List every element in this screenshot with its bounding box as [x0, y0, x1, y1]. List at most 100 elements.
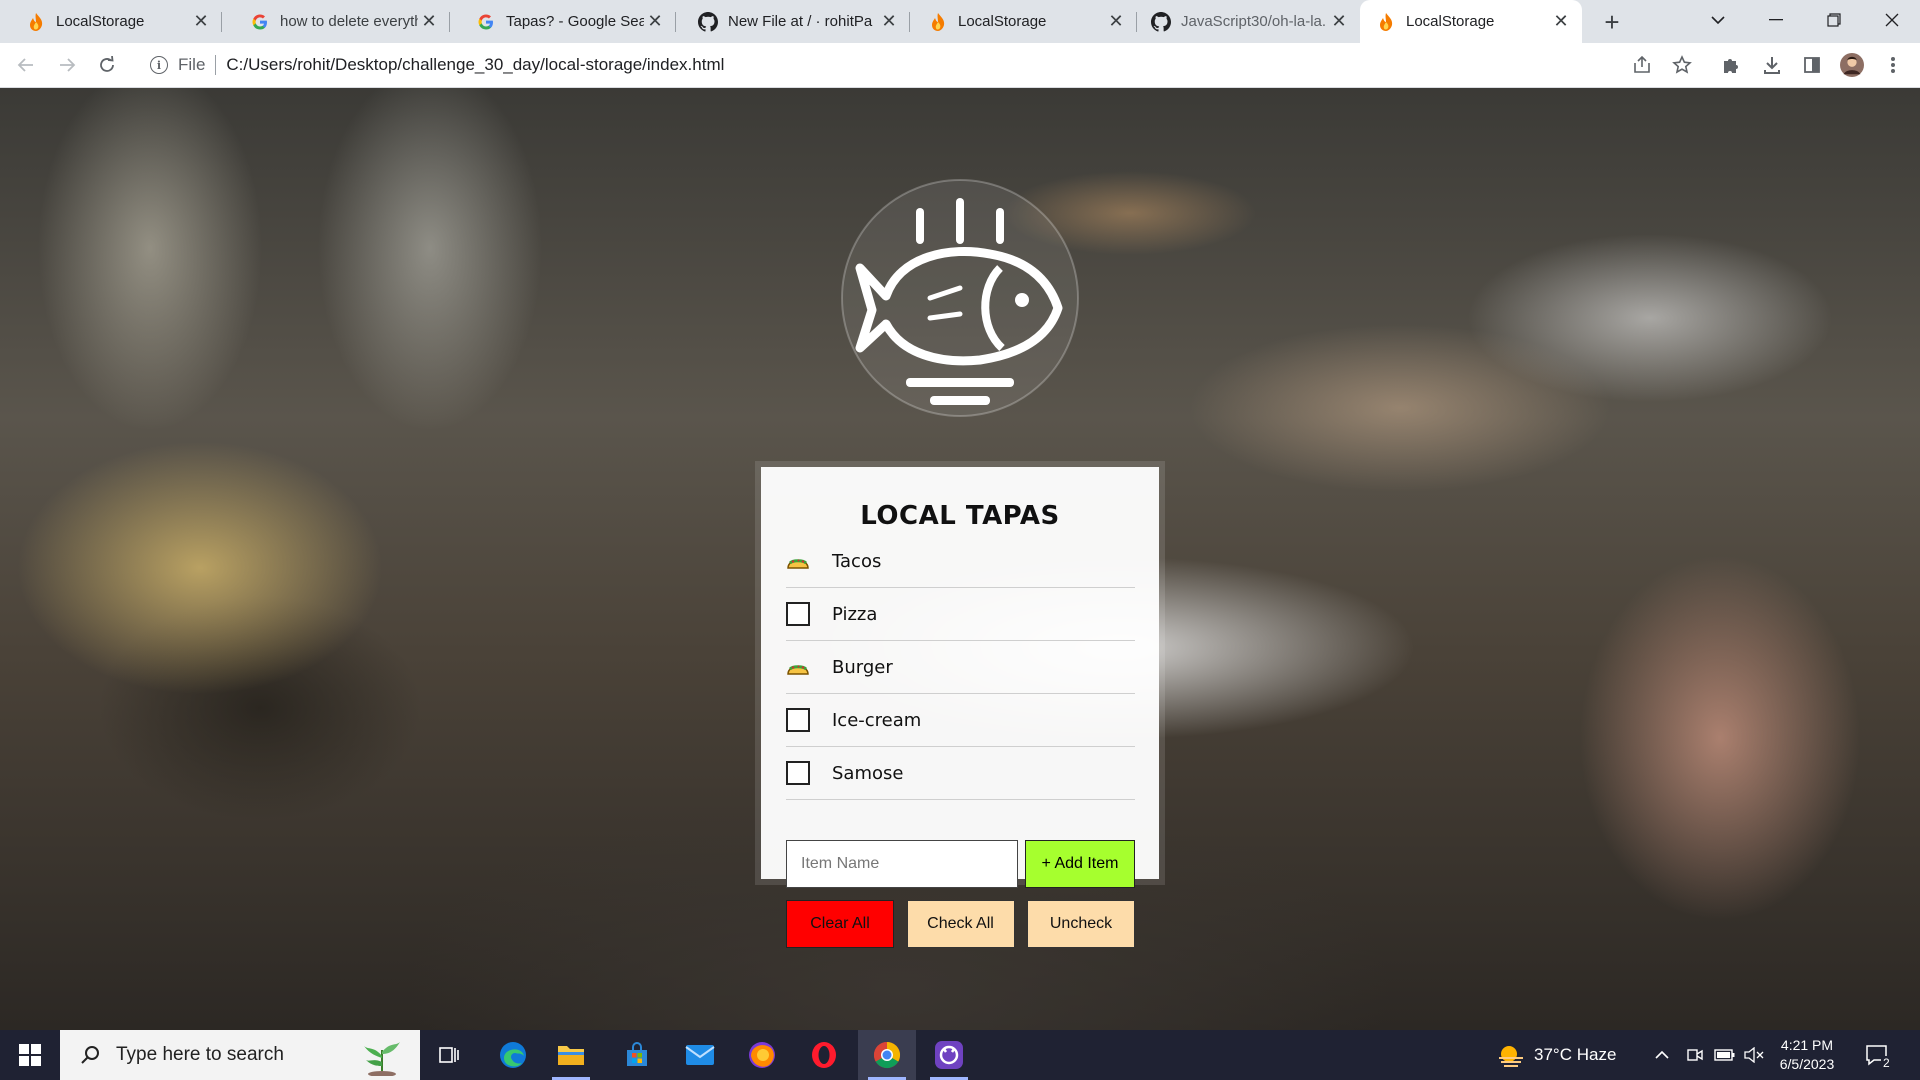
reload-icon[interactable] [91, 49, 123, 81]
page-title: LOCAL TAPAS [860, 501, 1060, 531]
forward-arrow-icon[interactable] [51, 49, 83, 81]
notification-count: 2 [1881, 1056, 1892, 1070]
item-list: Tacos Pizza Burger Ice-cream Samose [786, 535, 1159, 800]
uncheck-button[interactable]: Uncheck [1027, 900, 1135, 948]
windows-taskbar: Type here to search 37°C Haze 4:21 PM 6/… [0, 1030, 1920, 1080]
google-icon [250, 12, 270, 32]
tab-title: New File at / · rohitPa [728, 13, 873, 30]
tab-localstorage-active[interactable]: LocalStorage ✕ [1360, 0, 1582, 43]
checkbox[interactable] [786, 602, 810, 626]
item-name-input[interactable] [786, 840, 1018, 888]
minimize-button[interactable] [1748, 0, 1804, 40]
google-icon [476, 12, 496, 32]
action-buttons: Clear All Check All Uncheck [786, 900, 1135, 948]
url-scheme: File [178, 55, 206, 74]
close-icon[interactable]: ✕ [1328, 11, 1350, 33]
meet-now-icon[interactable] [1686, 1030, 1704, 1080]
list-item[interactable]: Ice-cream [786, 694, 1135, 747]
clock-time: 4:21 PM [1780, 1037, 1834, 1053]
file-explorer-icon[interactable] [542, 1030, 600, 1080]
close-icon[interactable]: ✕ [878, 11, 900, 33]
search-placeholder: Type here to search [116, 1044, 284, 1065]
browser-toolbar: i File C:/Users/rohit/Desktop/challenge_… [0, 43, 1920, 88]
tab-github-newfile[interactable]: New File at / · rohitPa ✕ [676, 0, 910, 43]
close-window-button[interactable] [1864, 0, 1920, 40]
checkbox[interactable] [786, 708, 810, 732]
flame-icon [26, 12, 46, 32]
url-divider [215, 55, 217, 75]
tapas-card: LOCAL TAPAS Tacos Pizza Burger Ice-cream… [761, 467, 1159, 948]
tab-google-tapas[interactable]: Tapas? - Google Searc ✕ [450, 0, 676, 43]
item-label: Burger [832, 656, 893, 678]
more-menu-icon[interactable] [1881, 53, 1905, 77]
task-view-icon[interactable] [420, 1030, 478, 1080]
weather-widget[interactable]: 37°C Haze [1496, 1030, 1616, 1080]
checkbox[interactable] [786, 761, 810, 785]
clock-date: 6/5/2023 [1779, 1056, 1835, 1072]
windows-start-icon[interactable] [0, 1030, 60, 1080]
fish-logo-icon [841, 179, 1079, 417]
weather-haze-icon [1499, 1046, 1523, 1067]
extensions-puzzle-icon[interactable] [1719, 53, 1743, 77]
profile-avatar[interactable] [1840, 53, 1864, 77]
chrome-icon[interactable] [858, 1030, 916, 1080]
tab-title: JavaScript30/oh-la-la. [1181, 13, 1327, 30]
taskbar-search-box[interactable]: Type here to search [60, 1030, 420, 1080]
battery-icon[interactable] [1714, 1030, 1736, 1080]
list-item[interactable]: Samose [786, 747, 1135, 800]
add-item-button[interactable]: + Add Item [1025, 840, 1135, 888]
star-bookmark-icon[interactable] [1670, 53, 1694, 77]
tab-localstorage-2[interactable]: LocalStorage ✕ [910, 0, 1137, 43]
plant-icon [364, 1042, 400, 1076]
flame-icon [1376, 12, 1396, 32]
url-text[interactable]: C:/Users/rohit/Desktop/challenge_30_day/… [226, 55, 724, 75]
show-hidden-icons-chevron-icon[interactable] [1654, 1030, 1670, 1080]
page-background: LOCAL TAPAS Tacos Pizza Burger Ice-cream… [0, 88, 1920, 1030]
tab-title: LocalStorage [56, 13, 145, 30]
opera-icon[interactable] [795, 1030, 853, 1080]
notifications-icon[interactable]: 2 [1864, 1030, 1892, 1080]
item-label: Pizza [832, 603, 878, 625]
tab-google-delete[interactable]: how to delete everyth ✕ [222, 0, 450, 43]
side-panel-icon[interactable] [1800, 53, 1824, 77]
tab-search-chevron-icon[interactable] [1690, 0, 1746, 40]
taco-icon[interactable] [786, 549, 810, 573]
item-label: Samose [832, 762, 904, 784]
check-all-button[interactable]: Check All [906, 900, 1015, 948]
share-icon[interactable] [1630, 53, 1654, 77]
close-icon[interactable]: ✕ [1550, 11, 1572, 33]
back-arrow-icon[interactable] [10, 49, 42, 81]
tab-github-javascript30[interactable]: JavaScript30/oh-la-la. ✕ [1137, 0, 1360, 43]
close-icon[interactable]: ✕ [1105, 11, 1127, 33]
github-desktop-icon[interactable] [920, 1030, 978, 1080]
close-icon[interactable]: ✕ [418, 11, 440, 33]
tab-title: LocalStorage [1406, 13, 1495, 30]
item-label: Tacos [832, 550, 882, 572]
list-item[interactable]: Pizza [786, 588, 1135, 641]
github-icon [698, 11, 718, 32]
new-tab-button[interactable]: + [1596, 6, 1628, 38]
firefox-icon[interactable] [733, 1030, 791, 1080]
list-item[interactable]: Tacos [786, 535, 1135, 588]
tab-title: how to delete everyth [280, 13, 418, 30]
item-label: Ice-cream [832, 709, 922, 731]
info-icon[interactable]: i [150, 56, 168, 74]
clear-all-button[interactable]: Clear All [786, 900, 894, 948]
tab-strip: LocalStorage ✕ how to delete everyth ✕ T… [0, 0, 1920, 43]
search-icon [78, 1043, 102, 1067]
tab-title: Tapas? - Google Searc [506, 13, 644, 30]
address-bar[interactable]: i File C:/Users/rohit/Desktop/challenge_… [138, 48, 1638, 82]
tab-localstorage-1[interactable]: LocalStorage ✕ [0, 0, 222, 43]
download-icon[interactable] [1760, 53, 1784, 77]
weather-text: 37°C Haze [1534, 1045, 1617, 1064]
close-icon[interactable]: ✕ [190, 11, 212, 33]
edge-icon[interactable] [484, 1030, 542, 1080]
restore-button[interactable] [1806, 0, 1862, 40]
mail-icon[interactable] [671, 1030, 729, 1080]
tab-title: LocalStorage [958, 13, 1047, 30]
clock[interactable]: 4:21 PM 6/5/2023 [1757, 1036, 1857, 1074]
microsoft-store-icon[interactable] [608, 1030, 666, 1080]
taco-icon[interactable] [786, 655, 810, 679]
close-icon[interactable]: ✕ [644, 11, 666, 33]
list-item[interactable]: Burger [786, 641, 1135, 694]
